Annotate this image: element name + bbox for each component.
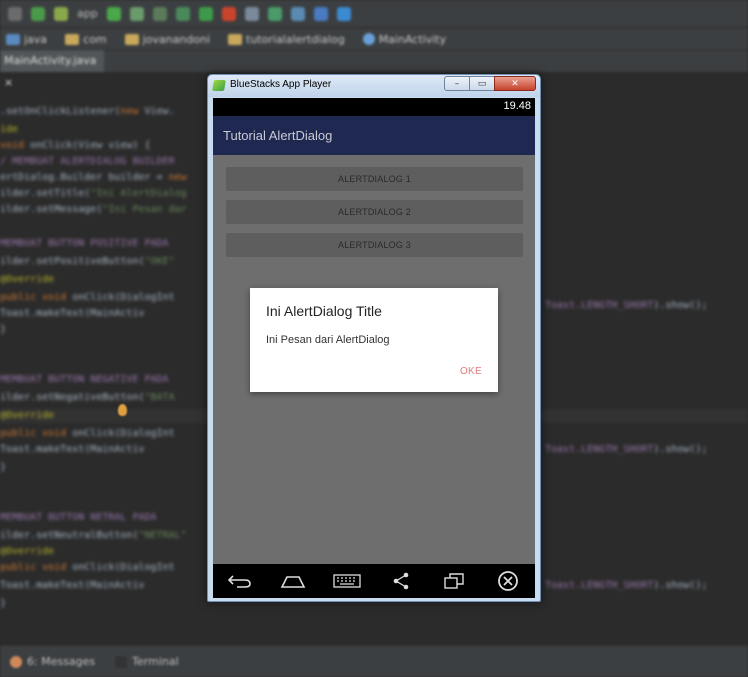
home-icon[interactable] bbox=[278, 569, 308, 593]
attach-debugger-icon[interactable] bbox=[175, 6, 190, 21]
status-bar: 19.48 bbox=[213, 98, 535, 116]
keyboard-icon[interactable] bbox=[332, 569, 362, 593]
close-circle-icon[interactable] bbox=[493, 569, 523, 593]
maximize-button[interactable]: ▭ bbox=[469, 76, 495, 91]
window-controls: – ▭ ✕ bbox=[444, 76, 536, 91]
recent-apps-icon[interactable] bbox=[439, 569, 469, 593]
undo-icon[interactable] bbox=[8, 6, 22, 21]
folder-icon bbox=[65, 33, 80, 45]
run-icon[interactable] bbox=[106, 6, 121, 21]
class-icon bbox=[362, 33, 375, 45]
alert-dialog: Ini AlertDialog Title Ini Pesan dari Ale… bbox=[250, 288, 498, 392]
terminal-tool-button[interactable]: Terminal bbox=[115, 655, 179, 668]
terminal-icon bbox=[115, 655, 128, 668]
stop-icon[interactable] bbox=[221, 6, 236, 21]
profile-icon[interactable] bbox=[152, 6, 167, 21]
window-titlebar[interactable]: BlueStacks App Player – ▭ ✕ bbox=[208, 75, 540, 97]
alertdialog-1-button[interactable]: ALERTDIALOG 1 bbox=[226, 167, 523, 191]
sync-icon[interactable] bbox=[244, 6, 259, 21]
breadcrumb-item[interactable]: tutorialalertdialog bbox=[228, 33, 345, 46]
status-time: 19.48 bbox=[503, 100, 531, 112]
editor-tabs: MainActivity.java × bbox=[0, 50, 748, 89]
run-config-label[interactable]: app bbox=[77, 7, 98, 20]
messages-icon bbox=[10, 655, 22, 668]
app-action-bar: Tutorial AlertDialog bbox=[213, 116, 535, 155]
bluestacks-logo-icon bbox=[212, 80, 226, 91]
monitor-icon[interactable] bbox=[313, 6, 328, 21]
tool-window-bar: 6: Messages Terminal bbox=[0, 645, 748, 677]
apply-changes-icon[interactable] bbox=[198, 6, 213, 21]
breadcrumb: java com jovanandoni tutorialalertdialog… bbox=[0, 28, 748, 50]
alertdialog-2-button[interactable]: ALERTDIALOG 2 bbox=[226, 200, 523, 224]
oke-button[interactable]: OKE bbox=[460, 366, 482, 377]
dialog-title: Ini AlertDialog Title bbox=[266, 303, 382, 319]
ide-toolbar: app bbox=[0, 0, 748, 28]
window-title: BlueStacks App Player bbox=[230, 79, 332, 90]
alertdialog-3-button[interactable]: ALERTDIALOG 3 bbox=[226, 233, 523, 257]
breadcrumb-item[interactable]: com bbox=[65, 33, 107, 46]
messages-tool-button[interactable]: 6: Messages bbox=[10, 655, 95, 668]
minimize-button[interactable]: – bbox=[444, 76, 470, 91]
sdk-manager-icon[interactable] bbox=[290, 6, 305, 21]
android-module-icon[interactable] bbox=[54, 6, 68, 21]
breadcrumb-item[interactable]: jovanandoni bbox=[124, 33, 210, 46]
dialog-message: Ini Pesan dari AlertDialog bbox=[266, 334, 390, 346]
debug-icon[interactable] bbox=[129, 6, 144, 21]
lightbulb-icon[interactable] bbox=[118, 404, 127, 416]
folder-icon bbox=[124, 33, 139, 45]
breadcrumb-item[interactable]: java bbox=[6, 33, 47, 46]
avd-manager-icon[interactable] bbox=[267, 6, 282, 21]
editor-tab-mainactivity[interactable]: MainActivity.java × bbox=[0, 50, 104, 89]
back-icon[interactable] bbox=[225, 569, 255, 593]
help-icon[interactable] bbox=[336, 6, 351, 21]
make-project-icon[interactable] bbox=[31, 6, 45, 21]
share-icon[interactable] bbox=[386, 569, 416, 593]
app-title: Tutorial AlertDialog bbox=[223, 128, 333, 143]
close-button[interactable]: ✕ bbox=[494, 76, 536, 91]
folder-icon bbox=[6, 33, 20, 45]
breadcrumb-item[interactable]: MainActivity bbox=[362, 33, 446, 46]
folder-icon bbox=[228, 33, 243, 45]
android-nav-bar bbox=[213, 564, 535, 598]
